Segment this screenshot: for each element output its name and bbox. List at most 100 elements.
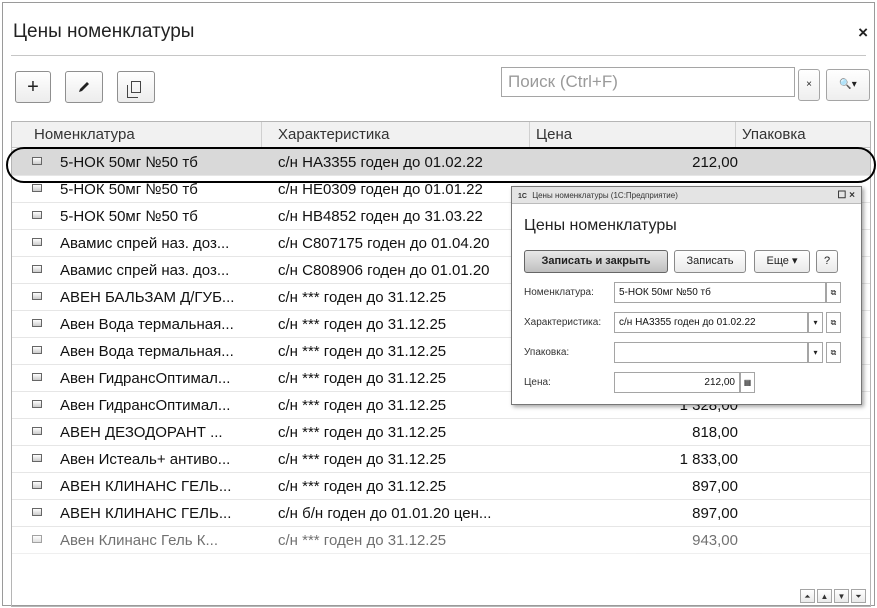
price-cell: 1 833,00 — [679, 451, 738, 468]
scroll-top-button[interactable]: ⏶ — [800, 589, 815, 603]
item-icon — [32, 508, 42, 516]
search-clear-button[interactable]: × — [798, 69, 820, 101]
nomenclature-cell: АВЕН КЛИНАНС ГЕЛЬ... — [60, 505, 232, 522]
nomenclature-cell: Авен ГидрансОптимал... — [60, 370, 231, 387]
chevron-down-icon[interactable]: ▾ — [808, 342, 823, 363]
open-icon[interactable]: ⧉ — [826, 342, 841, 363]
price-cell: 897,00 — [692, 478, 738, 495]
item-icon — [32, 346, 42, 354]
open-icon[interactable]: ⧉ — [826, 312, 841, 333]
item-icon — [32, 157, 42, 165]
characteristic-cell: с/н *** годен до 31.12.25 — [278, 343, 447, 360]
nomenclature-cell: Авен Клинанс Гель К... — [60, 532, 218, 549]
nomenclature-cell: Авен Истеаль+ антиво... — [60, 451, 231, 468]
scroll-up-button[interactable]: ▲ — [817, 589, 832, 603]
item-icon — [32, 292, 42, 300]
help-button[interactable]: ? — [816, 250, 838, 273]
price-record-popup: 1С Цены номенклатуры (1С:Предприятие) ☐ … — [511, 186, 862, 405]
characteristic-cell: с/н *** годен до 31.12.25 — [278, 532, 447, 549]
price-field[interactable]: 212,00 — [614, 372, 740, 393]
characteristic-cell: с/н *** годен до 31.12.25 — [278, 370, 447, 387]
characteristic-cell: с/н *** годен до 31.12.25 — [278, 397, 447, 414]
chevron-down-icon[interactable]: ▾ — [808, 312, 823, 333]
table-row[interactable]: АВЕН КЛИНАНС ГЕЛЬ... с/н *** годен до 31.… — [12, 473, 870, 500]
table-row[interactable]: Авен Клинанс Гель К... с/н *** годен до 3… — [12, 527, 870, 554]
table-row[interactable]: АВЕН ДЕЗОДОРАНТ ... с/н *** годен до 31.1… — [12, 419, 870, 446]
characteristic-cell: с/н С807175 годен до 01.04.20 — [278, 235, 490, 252]
price-label: Цена: — [524, 377, 551, 388]
calculator-icon[interactable]: ▦ — [740, 372, 755, 393]
item-icon — [32, 535, 42, 543]
item-icon — [32, 238, 42, 246]
popup-titlebar: 1С Цены номенклатуры (1С:Предприятие) ☐ … — [512, 187, 861, 204]
popup-window-controls[interactable]: ☐ × — [837, 187, 855, 204]
scroll-bottom-button[interactable]: ⏷ — [851, 589, 866, 603]
copy-icon — [127, 81, 141, 98]
app-logo-icon: 1С — [518, 193, 527, 200]
package-field[interactable] — [614, 342, 808, 363]
table-row[interactable]: 5-НОК 50мг №50 тб с/н НА3355 годен до 01.… — [12, 149, 870, 176]
item-icon — [32, 481, 42, 489]
table-header: Номенклатура Характеристика Цена Упаковк… — [12, 122, 870, 148]
characteristic-cell: с/н *** годен до 31.12.25 — [278, 316, 447, 333]
nomenclature-cell: Авен Вода термальная... — [60, 316, 234, 333]
item-icon — [32, 319, 42, 327]
price-cell: 212,00 — [692, 154, 738, 171]
plus-icon: + — [27, 76, 39, 98]
price-cell: 818,00 — [692, 424, 738, 441]
characteristic-cell: с/н *** годен до 31.12.25 — [278, 424, 447, 441]
save-button[interactable]: Записать — [674, 250, 746, 273]
characteristic-cell: с/н *** годен до 31.12.25 — [278, 289, 447, 306]
popup-form-title: Цены номенклатуры — [524, 217, 677, 234]
nomenclature-cell: 5-НОК 50мг №50 тб — [60, 181, 198, 198]
price-cell: 943,00 — [692, 532, 738, 549]
close-icon[interactable]: × — [858, 23, 868, 43]
characteristic-cell: с/н *** годен до 31.12.25 — [278, 478, 447, 495]
column-header-package[interactable]: Упаковка — [736, 122, 870, 148]
nomenclature-field[interactable]: 5-НОК 50мг №50 тб — [614, 282, 826, 303]
scroll-down-button[interactable]: ▼ — [834, 589, 849, 603]
popup-window-title: Цены номенклатуры (1С:Предприятие) — [532, 191, 678, 200]
characteristic-cell: с/н НЕ0309 годен до 01.01.22 — [278, 181, 483, 198]
nomenclature-cell: АВЕН КЛИНАНС ГЕЛЬ... — [60, 478, 232, 495]
characteristic-cell: с/н б/н годен до 01.01.20 цен... — [278, 505, 492, 522]
item-icon — [32, 454, 42, 462]
nomenclature-cell: Авен Вода термальная... — [60, 343, 234, 360]
nomenclature-cell: 5-НОК 50мг №50 тб — [60, 154, 198, 171]
nomenclature-cell: Авен ГидрансОптимал... — [60, 397, 231, 414]
nomenclature-cell: 5-НОК 50мг №50 тб — [60, 208, 198, 225]
table-row[interactable]: Авен Истеаль+ антиво... с/н *** годен до … — [12, 446, 870, 473]
nomenclature-cell: АВЕН БАЛЬЗАМ Д/ГУБ... — [60, 289, 235, 306]
item-icon — [32, 400, 42, 408]
item-icon — [32, 427, 42, 435]
more-button[interactable]: Еще ▾ — [754, 250, 810, 273]
characteristic-cell: с/н НА3355 годен до 01.02.22 — [278, 154, 483, 171]
title-divider — [11, 55, 866, 56]
characteristic-label: Характеристика: — [524, 317, 602, 328]
item-icon — [32, 211, 42, 219]
nomenclature-cell: АВЕН ДЕЗОДОРАНТ ... — [60, 424, 223, 441]
scroll-buttons: ⏶ ▲ ▼ ⏷ — [800, 589, 866, 603]
column-header-characteristic[interactable]: Характеристика — [262, 122, 530, 148]
save-and-close-button[interactable]: Записать и закрыть — [524, 250, 668, 273]
table-row[interactable]: АВЕН КЛИНАНС ГЕЛЬ... с/н б/н годен до 01.… — [12, 500, 870, 527]
characteristic-cell: с/н С808906 годен до 01.01.20 — [278, 262, 490, 279]
search-input[interactable] — [501, 67, 795, 97]
item-icon — [32, 184, 42, 192]
pencil-icon — [79, 82, 89, 92]
search-options-button[interactable]: 🔍▾ — [826, 69, 870, 101]
add-button[interactable]: + — [15, 71, 51, 103]
edit-button[interactable] — [65, 71, 103, 103]
price-cell: 897,00 — [692, 505, 738, 522]
nomenclature-cell: Авамис спрей наз. доз... — [60, 262, 230, 279]
characteristic-field[interactable]: с/н НА3355 годен до 01.02.22 — [614, 312, 808, 333]
nomenclature-label: Номенклатура: — [524, 287, 594, 298]
characteristic-cell: с/н НВ4852 годен до 31.03.22 — [278, 208, 483, 225]
open-icon[interactable]: ⧉ — [826, 282, 841, 303]
item-icon — [32, 373, 42, 381]
copy-button[interactable] — [117, 71, 155, 103]
column-header-price[interactable]: Цена — [530, 122, 736, 148]
column-header-nomenclature[interactable]: Номенклатура — [12, 122, 262, 148]
characteristic-cell: с/н *** годен до 31.12.25 — [278, 451, 447, 468]
package-label: Упаковка: — [524, 347, 570, 358]
